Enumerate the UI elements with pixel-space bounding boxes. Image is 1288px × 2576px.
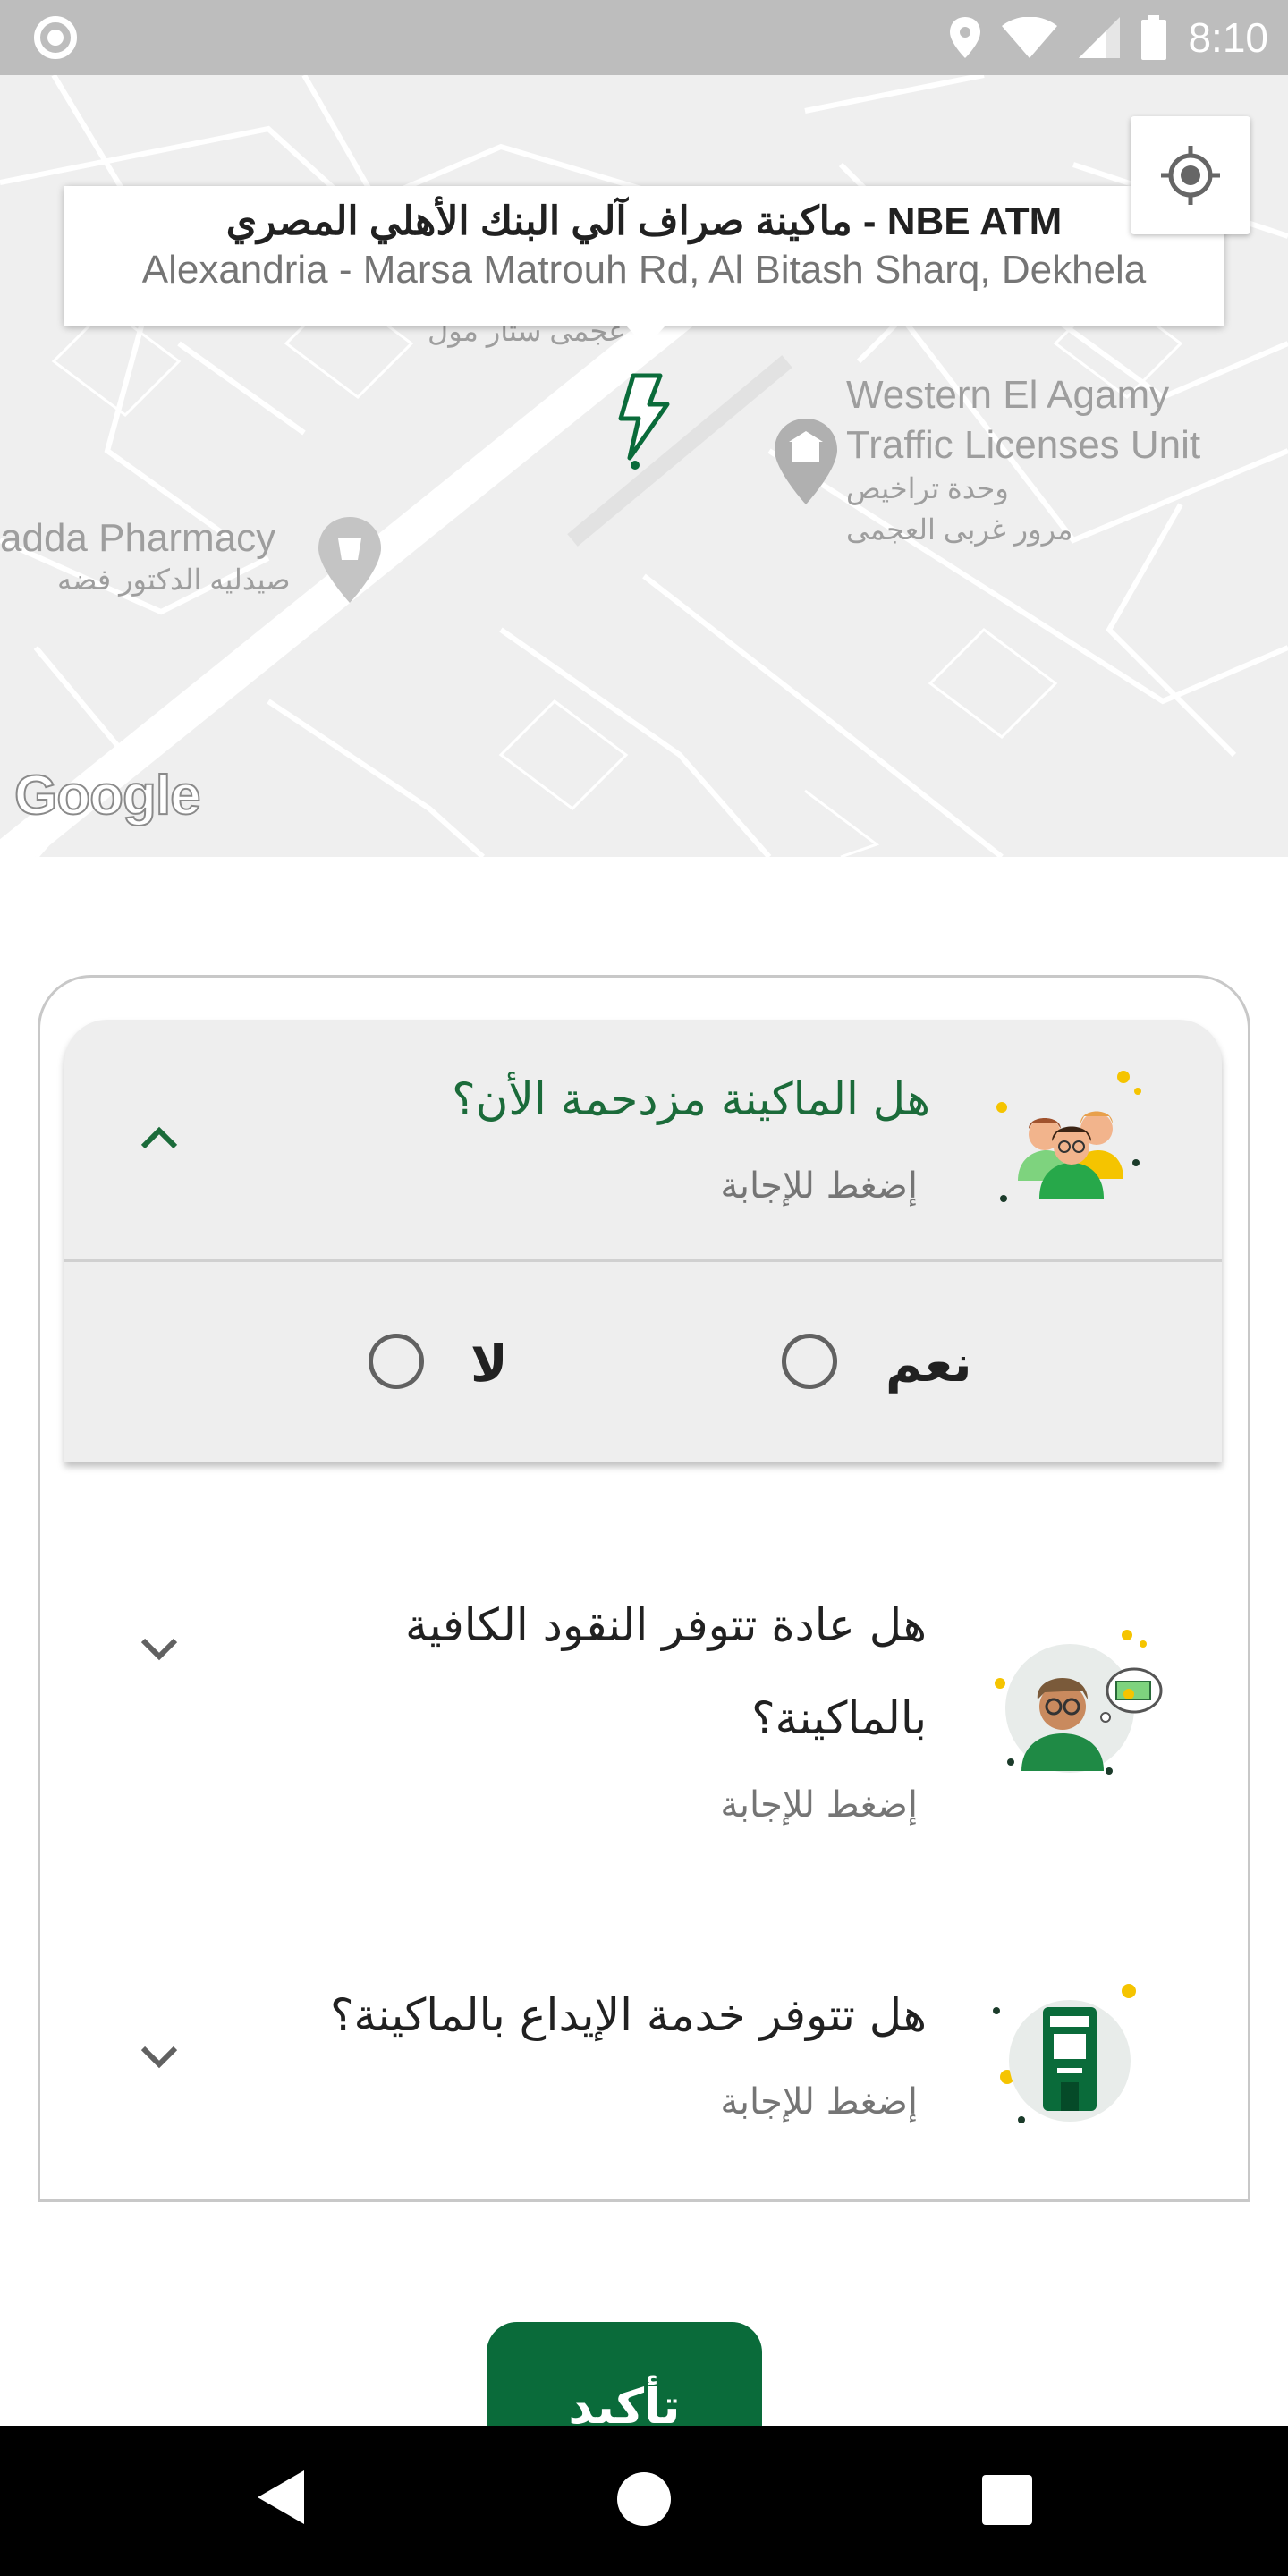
atm-title: ماكينة صراف آلي البنك الأهلي المصري - NB… [225, 199, 1063, 243]
recent-apps-icon[interactable] [982, 2475, 1032, 2525]
chevron-down-icon[interactable] [140, 2045, 179, 2070]
map-label-traffic-en-1: Western El Agamy [846, 373, 1170, 417]
radio-yes[interactable] [782, 1334, 837, 1389]
map-label-traffic-en-2: Traffic Licenses Unit [846, 423, 1201, 467]
crosshair-icon [1161, 146, 1220, 205]
home-icon[interactable] [617, 2472, 671, 2526]
question-cash-title-line1[interactable]: هل عادة تتوفر النقود الكافية [295, 1581, 927, 1669]
status-time: 8:10 [1188, 14, 1268, 61]
question-divider [64, 1259, 1222, 1262]
google-logo: Google [13, 764, 202, 827]
circle-icon [34, 16, 77, 59]
wifi-icon [1002, 17, 1058, 58]
map-label-traffic-ar-2: مرور غربى العجمى [846, 513, 1073, 546]
question-crowded-title[interactable]: هل الماكينة مزدحمة الأن؟ [268, 1055, 930, 1143]
atm-info-window[interactable]: ماكينة صراف آلي البنك الأهلي المصري - NB… [64, 186, 1224, 326]
signal-icon [1079, 17, 1121, 58]
map-label-pharmacy-ar: صيدليه الدكتور فضه [57, 564, 291, 596]
atm-marker-icon[interactable] [614, 372, 673, 470]
map-label-traffic-ar-1: وحدة تراخيص [846, 472, 1009, 504]
app-root: 8:10 عجمى ستار مول Western El Agamy Traf… [0, 0, 1288, 2576]
radio-no-label[interactable]: لا [470, 1334, 508, 1396]
question-deposit-title[interactable]: هل تتوفر خدمة الإيداع بالماكينة؟ [206, 1971, 927, 2059]
location-icon [950, 17, 981, 58]
question-cash-hint: إضغط للإجابة [720, 1784, 918, 1826]
crowd-people-icon [996, 1071, 1141, 1202]
question-deposit-hint: إضغط للإجابة [720, 2081, 918, 2123]
my-location-button[interactable] [1131, 116, 1250, 234]
question-crowded-hint: إضغط للإجابة [720, 1165, 918, 1207]
radio-yes-label[interactable]: نعم [886, 1334, 972, 1396]
chevron-down-icon[interactable] [140, 1637, 179, 1662]
status-bar: 8:10 [0, 0, 1288, 75]
map-view[interactable]: عجمى ستار مول Western El Agamy Traffic L… [0, 75, 1288, 857]
atm-address: Alexandria - Marsa Matrouh Rd, Al Bitash… [141, 248, 1147, 292]
map-label-pharmacy-en: adda Pharmacy [0, 516, 276, 560]
status-icons: 8:10 [950, 0, 1268, 75]
navigation-bar [0, 2426, 1288, 2576]
battery-icon [1141, 15, 1167, 60]
cash-thinking-icon [995, 1630, 1163, 1775]
question-cash-title-line2[interactable]: بالماكينة؟ [537, 1674, 927, 1762]
info-window-tail [626, 326, 665, 347]
pharmacy-pin-icon [318, 517, 381, 603]
back-icon[interactable] [258, 2470, 304, 2524]
deposit-atm-icon [993, 1984, 1136, 2123]
radio-no[interactable] [369, 1334, 424, 1389]
chevron-up-icon[interactable] [140, 1125, 179, 1150]
government-pin-icon [775, 419, 837, 504]
